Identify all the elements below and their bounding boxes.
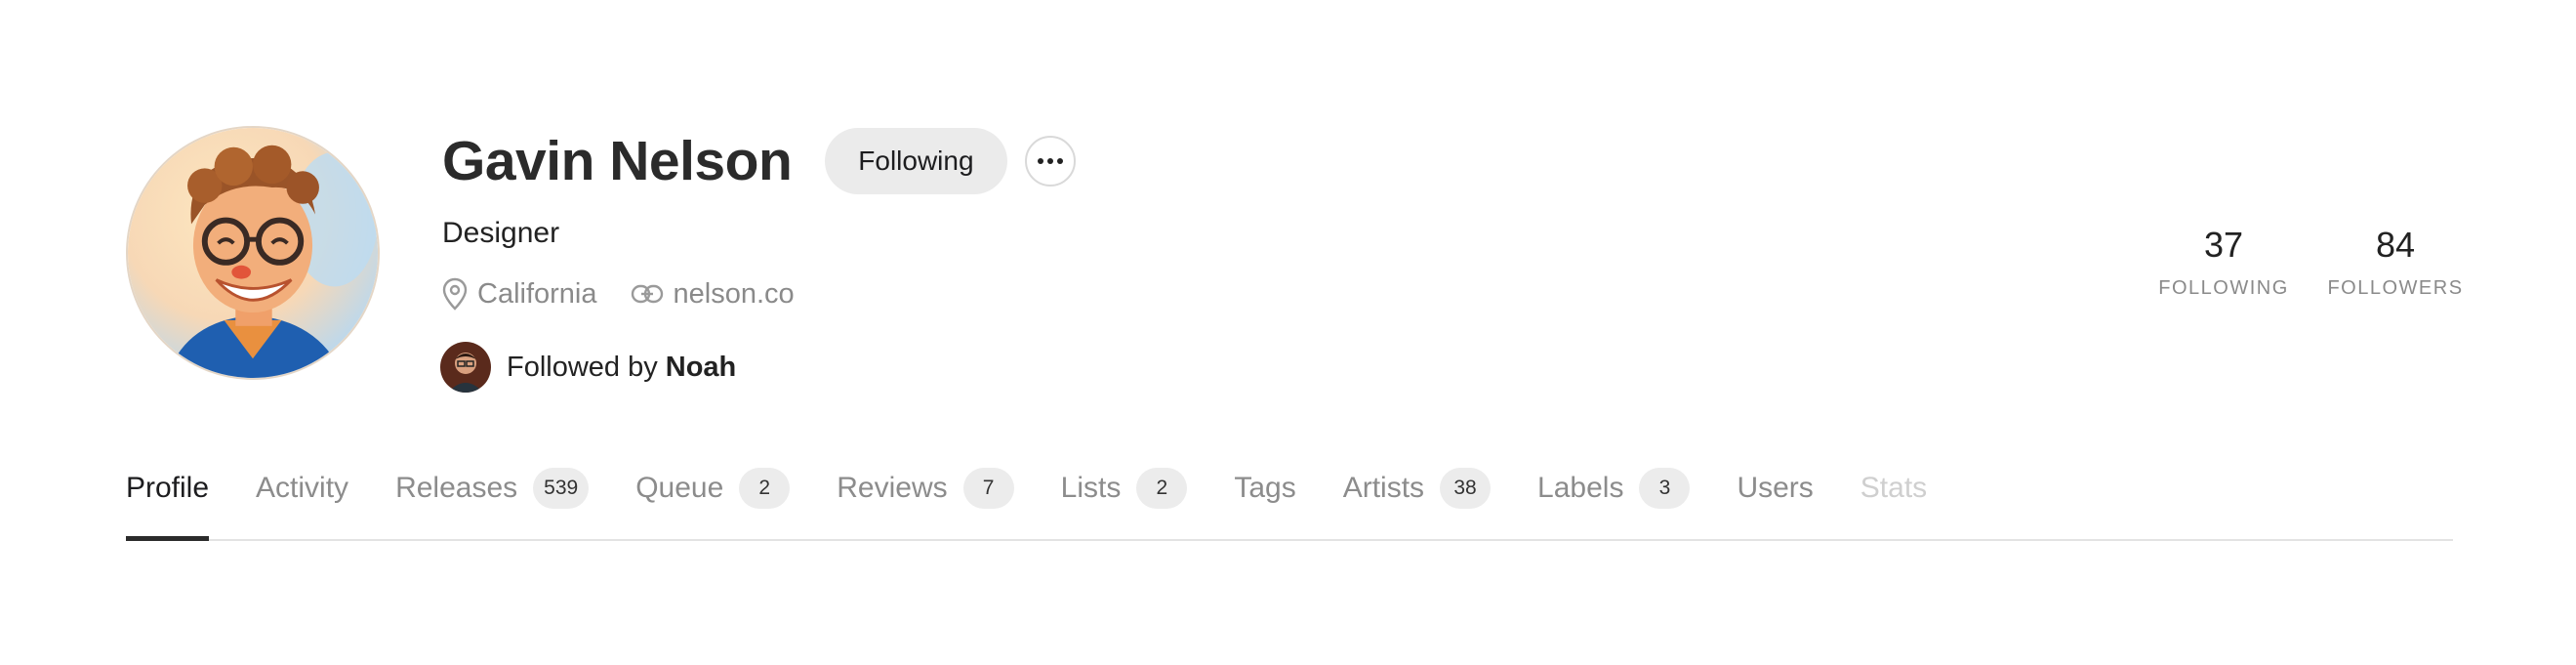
followers-label: FOLLOWERS [2327,277,2464,299]
tab-label: Tags [1234,472,1296,504]
followers-count: 84 [2375,225,2416,265]
followed-by-prefix: Followed by [507,351,658,383]
link-icon [631,284,663,304]
followed-by: Followed by Noah [440,342,736,393]
tab-users[interactable]: Users [1737,459,1813,518]
tab-label: Lists [1060,472,1122,504]
count-badge: 7 [962,468,1014,509]
tab-reviews[interactable]: Reviews 7 [837,459,1014,518]
website-link[interactable]: nelson.co [674,278,795,311]
tab-labels[interactable]: Labels 3 [1537,459,1691,518]
profile-tabs: Profile Activity Releases 539 Queue 2 Revi… [126,459,2453,541]
following-label: FOLLOWING [2158,277,2289,299]
tab-label: Stats [1860,472,1928,504]
following-button[interactable]: Following [825,128,1007,194]
location-text: California [477,277,597,310]
count-badge: 539 [533,468,590,509]
following-count: 37 [2203,225,2244,265]
tab-stats: Stats [1860,459,1927,518]
tab-queue[interactable]: Queue 2 [635,459,791,518]
tab-label: Artists [1342,472,1425,504]
followers-stat[interactable]: 84 FOLLOWERS [2327,225,2464,300]
location: California [442,277,597,311]
tab-label: Profile [126,472,210,504]
profile-header: Gavin Nelson Following [442,125,1076,197]
more-options-button[interactable] [1024,136,1076,187]
more-horizontal-icon [1037,158,1063,164]
tab-profile[interactable]: Profile [126,459,210,541]
count-badge: 2 [1136,468,1188,509]
tab-label: Labels [1537,472,1624,504]
following-stat[interactable]: 37 FOLLOWING [2158,225,2289,300]
count-badge: 2 [739,468,791,509]
tab-activity[interactable]: Activity [256,459,348,518]
tab-label: Queue [635,472,724,504]
map-pin-icon [442,277,468,311]
tab-label: Users [1737,472,1814,504]
tab-lists[interactable]: Lists 2 [1061,459,1188,518]
followed-by-name[interactable]: Noah [666,352,737,384]
tab-releases[interactable]: Releases 539 [395,459,590,518]
tab-label: Releases [395,472,518,504]
tab-label: Reviews [837,472,948,504]
profile-meta: California nelson.co [442,277,795,311]
profile-role: Designer [442,217,560,249]
tab-label: Activity [256,472,349,504]
count-badge: 38 [1440,468,1492,509]
name-row: Gavin Nelson Following [442,125,1076,197]
website[interactable]: nelson.co [631,278,795,311]
count-badge: 3 [1639,468,1691,509]
profile-name: Gavin Nelson [442,130,793,192]
tab-artists[interactable]: Artists 38 [1342,459,1492,518]
follower-avatar[interactable] [440,342,491,393]
tab-tags[interactable]: Tags [1234,459,1295,518]
profile-avatar [126,126,380,380]
